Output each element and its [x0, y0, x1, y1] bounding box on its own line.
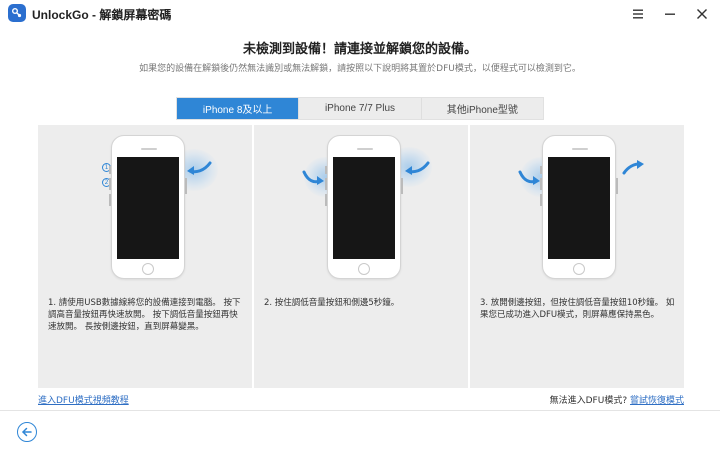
press-arrow-icon — [187, 161, 212, 175]
minimize-icon[interactable] — [660, 4, 680, 24]
home-button — [358, 263, 370, 275]
tab-iphone7[interactable]: iPhone 7/7 Plus — [299, 98, 422, 119]
back-button[interactable] — [17, 422, 37, 442]
tab-other-iphone[interactable]: 其他iPhone型號 — [422, 98, 543, 119]
tab-iphone8-and-above[interactable]: iPhone 8及以上 — [177, 98, 300, 119]
page-heading: 未檢測到設備！請連接並解鎖您的設備。 — [242, 42, 477, 57]
step-panel-3: 3. 放開側邊按鈕，但按住調低音量按鈕10秒鐘。 如果您已成功進入DFU模式，則… — [470, 125, 684, 388]
iphone-illustration — [109, 135, 187, 279]
phone-screen — [548, 157, 610, 259]
page-subheading: 如果您的設備在解鎖後仍然無法識別或無法解鎖，請按照以下說明將其置於DFU模式，以… — [139, 64, 581, 74]
home-button — [142, 263, 154, 275]
iphone-illustration — [325, 135, 403, 279]
press-arrow-left-icon — [518, 170, 540, 185]
press-arrow-right-icon — [405, 161, 430, 175]
dfu-video-tutorial-link[interactable]: 進入DFU模式視頻教程 — [38, 393, 129, 406]
press-arrow-left-icon — [302, 170, 324, 185]
footer-recovery: 無法進入DFU模式? 嘗試恢復模式 — [550, 393, 684, 406]
title-bar: UnlockGo - 解鎖屏幕密碼 — [0, 0, 720, 28]
unlockgo-logo-icon — [8, 4, 26, 22]
step-panel-1: 1 2 1. 請使用USB數據線將您的設備連接到電腦。 按下調高音量按鈕再快速放… — [38, 125, 252, 388]
device-tabs: iPhone 8及以上 iPhone 7/7 Plus 其他iPhone型號 — [176, 97, 544, 120]
instruction-panels: 1 2 1. 請使用USB數據線將您的設備連接到電腦。 按下調高音量按鈕再快速放… — [38, 125, 684, 388]
cannot-enter-dfu-text: 無法進入DFU模式? — [549, 396, 628, 406]
step-3-text: 3. 放開側邊按鈕，但按住調低音量按鈕10秒鐘。 如果您已成功進入DFU模式，則… — [480, 298, 675, 320]
app-title: UnlockGo - 解鎖屏幕密碼 — [32, 8, 172, 22]
phone-screen — [117, 157, 179, 259]
step-1-text: 1. 請使用USB數據線將您的設備連接到電腦。 按下調高音量按鈕再快速放開。 按… — [48, 298, 241, 332]
back-arrow-icon — [22, 427, 32, 437]
close-icon[interactable] — [692, 4, 712, 24]
home-button — [573, 263, 585, 275]
step-2-text: 2. 按住調低音量按鈕和側邊5秒鐘。 — [264, 298, 400, 308]
footer-divider — [0, 410, 720, 411]
try-recovery-mode-link[interactable]: 嘗試恢復模式 — [630, 396, 684, 406]
hamburger-menu-icon[interactable] — [628, 4, 648, 24]
phone-screen — [333, 157, 395, 259]
step-panel-2: 2. 按住調低音量按鈕和側邊5秒鐘。 — [254, 125, 468, 388]
release-arrow-icon — [622, 160, 644, 175]
iphone-illustration — [540, 135, 618, 279]
